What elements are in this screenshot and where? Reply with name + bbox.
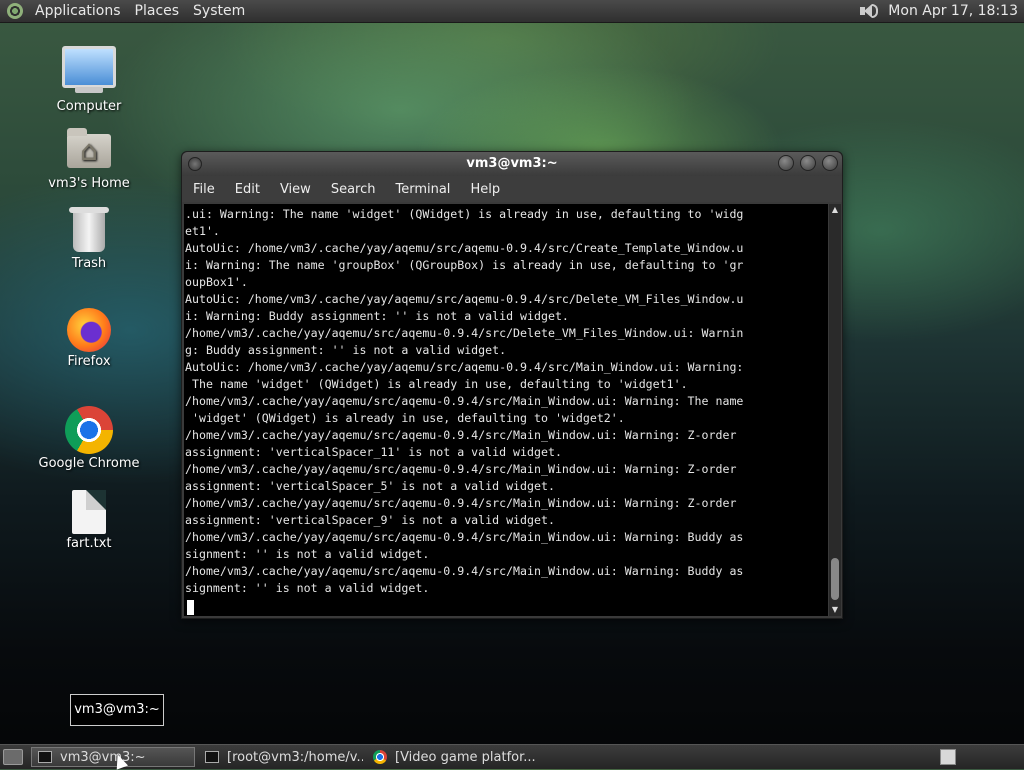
desktop-icon-label: vm3's Home [48, 176, 130, 191]
firefox-icon [67, 308, 111, 352]
taskbar-item-label: [root@vm3:/home/v... [227, 749, 363, 765]
desktop-icon-label: Trash [71, 256, 107, 271]
bottom-panel: vm3@vm3:~ [root@vm3:/home/v... [Video ga… [0, 744, 1024, 769]
terminal-menubar: File Edit View Search Terminal Help [182, 176, 842, 202]
terminal-line: i: Warning: The name 'groupBox' (QGroupB… [185, 258, 744, 272]
desktop-icon-computer[interactable]: Computer [34, 46, 144, 114]
desktop-icon-firefox[interactable]: Firefox [34, 308, 144, 369]
terminal-text: .ui: Warning: The name 'widget' (QWidget… [184, 204, 828, 597]
taskbar-tooltip: vm3@vm3:~ [70, 694, 164, 726]
terminal-line: g: Buddy assignment: '' is not a valid w… [185, 343, 507, 357]
terminal-line: /home/vm3/.cache/yay/aqemu/src/aqemu-0.9… [185, 462, 737, 476]
terminal-line: 'widget' (QWidget) is already in use, de… [185, 411, 625, 425]
menu-help[interactable]: Help [459, 182, 509, 197]
terminal-line: i: Warning: Buddy assignment: '' is not … [185, 309, 569, 323]
terminal-line: assignment: 'verticalSpacer_5' is not a … [185, 479, 555, 493]
home-folder-icon [67, 128, 111, 168]
terminal-prompt-line[interactable] [184, 597, 828, 616]
desktop-icon-label: Firefox [67, 354, 111, 369]
menu-terminal[interactable]: Terminal [384, 182, 459, 197]
text-cursor [187, 600, 194, 615]
chrome-icon [65, 406, 113, 454]
menu-system[interactable]: System [187, 3, 253, 19]
desktop-icon-label: Computer [56, 99, 122, 114]
terminal-line: /home/vm3/.cache/yay/aqemu/src/aqemu-0.9… [185, 326, 744, 340]
scrollbar-thumb[interactable] [831, 558, 839, 600]
window-title: vm3@vm3:~ [466, 156, 558, 171]
terminal-line: assignment: 'verticalSpacer_11' is not a… [185, 445, 562, 459]
volume-icon[interactable] [858, 2, 880, 20]
terminal-line: /home/vm3/.cache/yay/aqemu/src/aqemu-0.9… [185, 530, 744, 544]
terminal-line: The name 'widget' (QWidget) is already i… [185, 377, 688, 391]
terminal-output[interactable]: .ui: Warning: The name 'widget' (QWidget… [184, 204, 828, 616]
maximize-button[interactable] [800, 155, 816, 171]
menu-edit[interactable]: Edit [224, 182, 269, 197]
terminal-window[interactable]: vm3@vm3:~ File Edit View Search Terminal… [181, 151, 843, 619]
text-file-icon [72, 490, 106, 534]
terminal-line: AutoUic: /home/vm3/.cache/yay/aqemu/src/… [185, 360, 744, 374]
desktop-icon-text-file[interactable]: fart.txt [34, 490, 144, 551]
scroll-down-arrow-icon[interactable]: ▼ [829, 604, 841, 616]
terminal-line: oupBox1'. [185, 275, 248, 289]
show-desktop-icon[interactable] [3, 749, 23, 765]
window-menu-icon[interactable] [188, 157, 202, 171]
workspace-switcher[interactable] [940, 749, 956, 765]
terminal-scrollbar[interactable]: ▲ ▼ [829, 204, 841, 616]
terminal-line: AutoUic: /home/vm3/.cache/yay/aqemu/src/… [185, 292, 744, 306]
panel-tray: Mon Apr 17, 18:13 [858, 2, 1024, 20]
menu-file[interactable]: File [182, 182, 224, 197]
close-button[interactable] [822, 155, 838, 171]
menu-search[interactable]: Search [320, 182, 385, 197]
chrome-icon [373, 750, 387, 764]
terminal-titlebar[interactable]: vm3@vm3:~ [182, 152, 842, 176]
terminal-line: et1'. [185, 224, 220, 238]
terminal-line: signment: '' is not a valid widget. [185, 547, 430, 561]
terminal-line: /home/vm3/.cache/yay/aqemu/src/aqemu-0.9… [185, 394, 744, 408]
terminal-line: /home/vm3/.cache/yay/aqemu/src/aqemu-0.9… [185, 428, 737, 442]
menu-view[interactable]: View [269, 182, 320, 197]
taskbar-item-label: [Video game platfor... [395, 749, 536, 765]
distro-logo-icon[interactable] [7, 3, 23, 19]
terminal-icon [205, 751, 219, 763]
taskbar-item-root-terminal[interactable]: [root@vm3:/home/v... [199, 747, 363, 767]
scroll-up-arrow-icon[interactable]: ▲ [829, 204, 841, 216]
clock[interactable]: Mon Apr 17, 18:13 [888, 3, 1018, 19]
terminal-icon [38, 751, 52, 763]
desktop-icon-chrome[interactable]: Google Chrome [34, 406, 144, 471]
terminal-line: /home/vm3/.cache/yay/aqemu/src/aqemu-0.9… [185, 564, 744, 578]
top-panel: Applications Places System Mon Apr 17, 1… [0, 0, 1024, 23]
desktop-icon-home[interactable]: vm3's Home [34, 128, 144, 191]
desktop-icon-label: fart.txt [66, 536, 112, 551]
terminal-line: /home/vm3/.cache/yay/aqemu/src/aqemu-0.9… [185, 496, 737, 510]
taskbar-item-chrome[interactable]: [Video game platfor... [367, 747, 537, 767]
minimize-button[interactable] [778, 155, 794, 171]
terminal-line: AutoUic: /home/vm3/.cache/yay/aqemu/src/… [185, 241, 744, 255]
computer-icon [62, 46, 116, 93]
terminal-line: assignment: 'verticalSpacer_9' is not a … [185, 513, 555, 527]
terminal-line: .ui: Warning: The name 'widget' (QWidget… [185, 207, 744, 221]
menu-places[interactable]: Places [129, 3, 188, 19]
trash-icon [69, 207, 109, 252]
terminal-line: signment: '' is not a valid widget. [185, 581, 430, 595]
desktop-icon-trash[interactable]: Trash [34, 207, 144, 271]
menu-applications[interactable]: Applications [29, 3, 129, 19]
taskbar-item-label: vm3@vm3:~ [60, 749, 146, 765]
desktop-icon-label: Google Chrome [38, 456, 140, 471]
